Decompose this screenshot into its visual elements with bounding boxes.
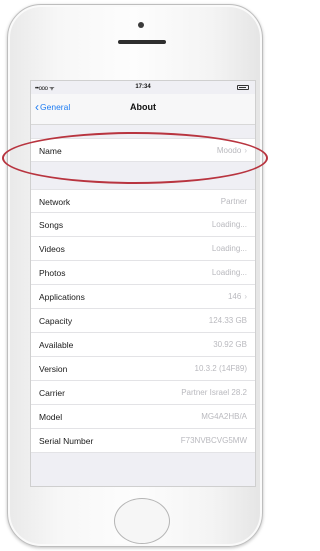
info-row-songs: Songs Loading... (31, 213, 255, 237)
name-value: Moodo › (216, 146, 247, 155)
info-row-network: Network Partner (31, 189, 255, 213)
row-label: Songs (39, 220, 64, 230)
row-value: 10.3.2 (14F89) (194, 364, 247, 373)
row-value: 124.33 GB (208, 316, 247, 325)
row-value: 30.92 GB (213, 340, 247, 349)
info-row-available: Available 30.92 GB (31, 333, 255, 357)
iphone-frame: ••ooo ᯤ 17:34 ‹General About Name Moodo ›… (7, 4, 263, 547)
row-label: Photos (39, 268, 66, 278)
row-label: Serial Number (39, 436, 94, 446)
row-label: Model (39, 412, 63, 422)
row-value: Loading... (211, 244, 247, 253)
chevron-right-icon: › (244, 146, 247, 155)
name-label: Name (39, 146, 62, 156)
front-camera (138, 22, 144, 28)
info-row-carrier: Carrier Partner Israel 28.2 (31, 381, 255, 405)
info-row-version: Version 10.3.2 (14F89) (31, 357, 255, 381)
chevron-right-icon: › (244, 292, 247, 301)
home-button[interactable] (114, 498, 170, 544)
battery-icon (237, 85, 249, 90)
status-time: 17:34 (135, 84, 151, 90)
earpiece-speaker (118, 40, 166, 44)
row-label: Version (39, 364, 68, 374)
row-label: Videos (39, 244, 65, 254)
info-row-applications[interactable]: Applications 146 › (31, 285, 255, 309)
row-value: Partner Israel 28.2 (181, 388, 247, 397)
status-bar: ••ooo ᯤ 17:34 (31, 81, 255, 94)
row-value: MG4A2HB/A (201, 412, 247, 421)
row-label: Capacity (39, 316, 73, 326)
row-value: Partner (220, 197, 247, 206)
info-row-capacity: Capacity 124.33 GB (31, 309, 255, 333)
row-label: Available (39, 340, 74, 350)
info-row-model: Model MG4A2HB/A (31, 405, 255, 429)
info-row-videos: Videos Loading... (31, 237, 255, 261)
info-row-serial-number: Serial Number F73NVBCVG5MW (31, 429, 255, 453)
row-label: Applications (39, 292, 85, 302)
page-title: About (130, 102, 156, 112)
row-label: Network (39, 197, 71, 207)
name-row[interactable]: Name Moodo › (31, 138, 255, 162)
settings-screen: ••ooo ᯤ 17:34 ‹General About Name Moodo ›… (30, 80, 256, 487)
row-value: Loading... (211, 220, 247, 229)
info-row-photos: Photos Loading... (31, 261, 255, 285)
row-value: Loading... (211, 268, 247, 277)
row-label: Carrier (39, 388, 65, 398)
row-value: 146 › (227, 292, 247, 301)
row-value: F73NVBCVG5MW (180, 436, 247, 445)
navigation-bar: ‹General About (31, 94, 255, 125)
